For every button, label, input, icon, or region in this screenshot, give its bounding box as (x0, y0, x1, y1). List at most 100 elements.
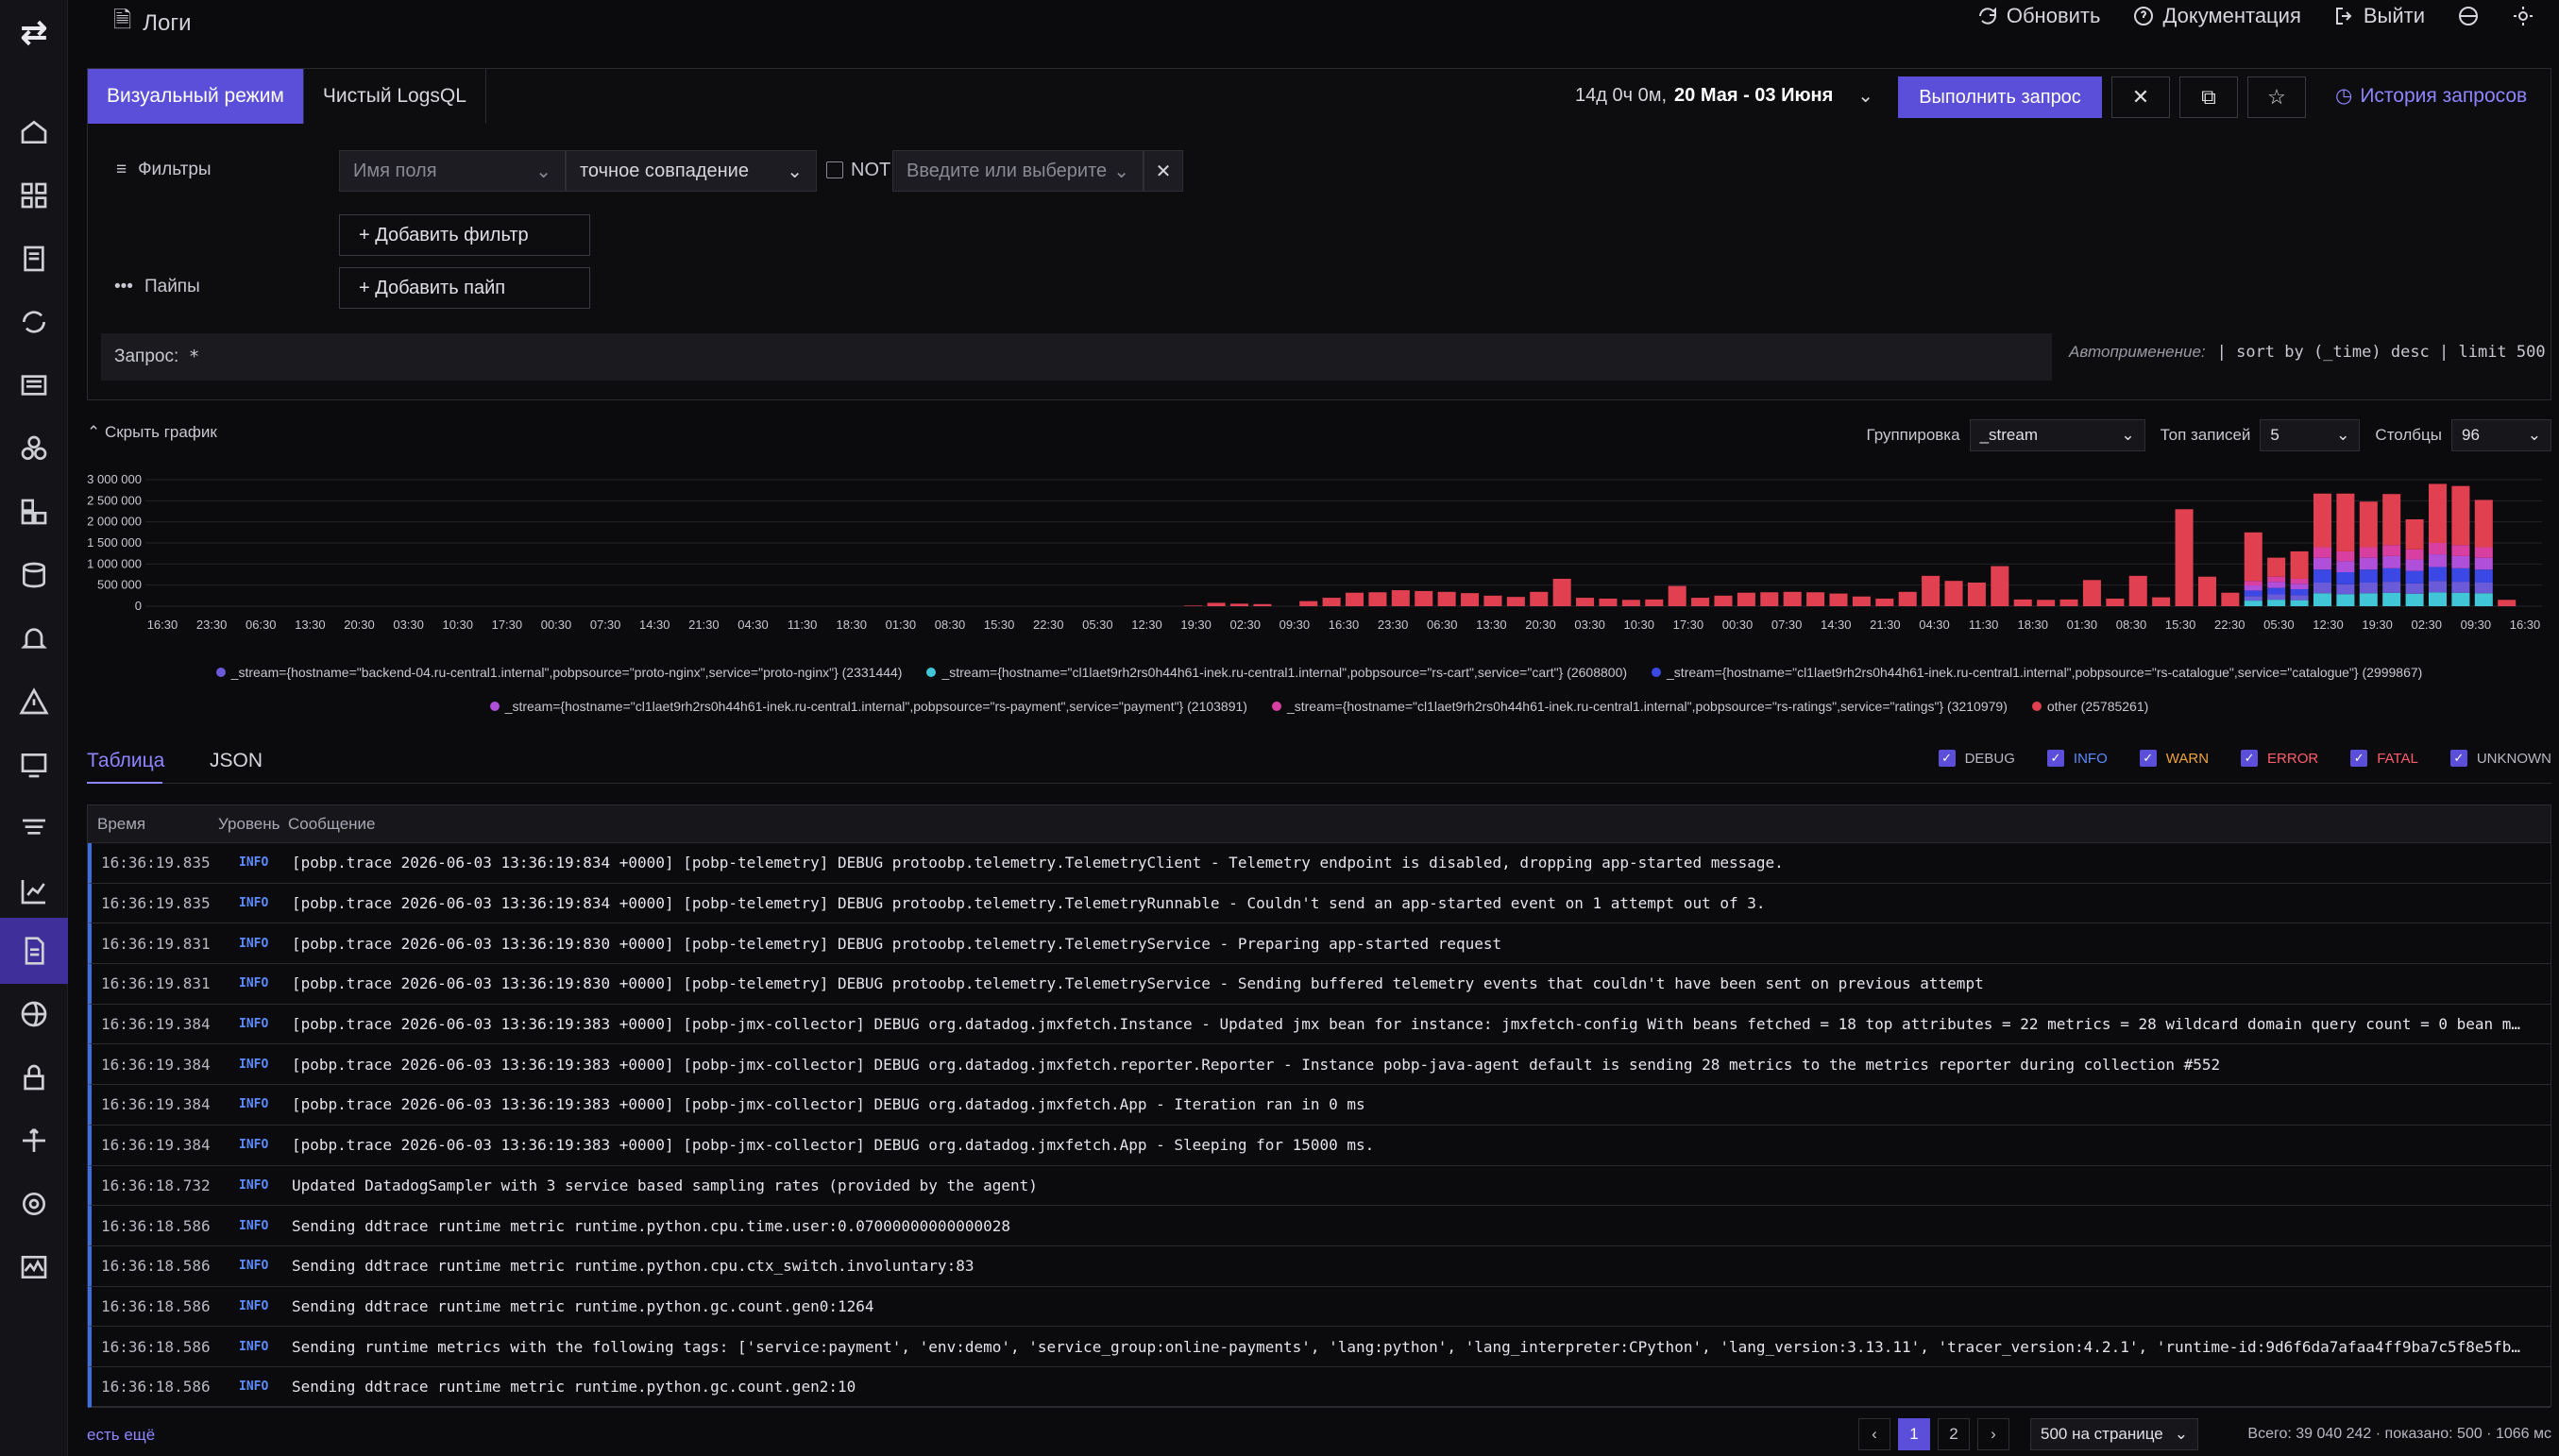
logout-button[interactable]: Выйти (2333, 4, 2425, 28)
table-row[interactable]: 16:36:19.384 INFO [pobp.trace 2026-06-03 1… (88, 1004, 2551, 1045)
page-1-button[interactable]: 1 (1898, 1418, 1930, 1450)
app-logo[interactable]: ⇄ (8, 9, 60, 57)
logs-icon[interactable] (0, 918, 68, 984)
chevron-down-icon: ⌄ (535, 161, 551, 182)
table-row[interactable]: 16:36:19.831 INFO [pobp.trace 2026-06-03 1… (88, 923, 2551, 965)
chevron-down-icon: ⌄ (2527, 426, 2541, 444)
refresh-button[interactable]: Обновить (1976, 4, 2100, 28)
level-filter-error[interactable]: ✓ ERROR (2241, 750, 2318, 767)
x-tick-label: 04:30 (737, 618, 769, 632)
level-filter-info[interactable]: ✓ INFO (2046, 750, 2108, 767)
clear-button[interactable]: ✕ (2111, 76, 2170, 118)
legend-item[interactable]: _stream={hostname="cl1laet9rh2rs0h44h61-… (926, 665, 1627, 680)
apps-icon[interactable] (0, 483, 68, 540)
checkbox-icon: ✓ (2350, 750, 2368, 767)
not-checkbox[interactable] (826, 161, 843, 178)
services-icon[interactable] (0, 420, 68, 477)
dashboards-icon[interactable] (0, 167, 68, 224)
prev-page-button[interactable]: ‹ (1858, 1418, 1890, 1450)
layers-icon[interactable] (0, 800, 68, 856)
add-filter-button[interactable]: + Добавить фильтр (339, 214, 590, 256)
bell-icon[interactable] (0, 610, 68, 667)
row-level: INFO (239, 896, 269, 911)
row-level: INFO (239, 1138, 269, 1153)
pipes-label: ••• Пайпы (114, 277, 200, 296)
language-button[interactable] (2457, 5, 2480, 27)
table-row[interactable]: 16:36:18.586 INFO Sending ddtrace runtime … (88, 1286, 2551, 1328)
remove-filter-button[interactable]: ✕ (1144, 150, 1183, 192)
per-page-select[interactable]: 500 на странице ⌄ (2030, 1418, 2198, 1450)
table-row[interactable]: 16:36:19.384 INFO [pobp.trace 2026-06-03 1… (88, 1125, 2551, 1166)
favorite-button[interactable]: ☆ (2247, 76, 2306, 118)
table-row[interactable]: 16:36:19.384 INFO [pobp.trace 2026-06-03 1… (88, 1085, 2551, 1126)
theme-toggle[interactable] (2512, 5, 2534, 27)
legend-item[interactable]: _stream={hostname="cl1laet9rh2rs0h44h61-… (489, 699, 1247, 714)
date-range-picker[interactable]: 14д 0ч 0м, 20 Мая - 03 Июня ⌄ (1575, 84, 1873, 108)
x-tick-label: 19:30 (2362, 618, 2393, 632)
columns-select[interactable]: 96 ⌄ (2451, 419, 2551, 451)
monitor-icon[interactable] (0, 736, 68, 793)
legend-dot (489, 702, 500, 711)
legend-item[interactable]: _stream={hostname="backend-04.ru-central… (215, 665, 902, 680)
grouping-select[interactable]: _stream ⌄ (1969, 419, 2145, 451)
load-more-link[interactable]: есть ещё (87, 1426, 155, 1445)
filter-value-input[interactable]: Введите или выберите ⌄ (892, 150, 1144, 192)
activity-icon[interactable] (0, 1239, 68, 1295)
level-filter-unknown[interactable]: ✓ UNKNOWN (2449, 750, 2551, 767)
chart-bar-segment (2359, 547, 2378, 558)
x-tick-label: 19:30 (1180, 618, 1212, 632)
level-filter-warn[interactable]: ✓ WARN (2139, 750, 2209, 767)
chart-bar-segment (2336, 561, 2355, 572)
auto-apply-hint: Автоприменение: | sort by (_time) desc | … (2069, 343, 2546, 362)
table-row[interactable]: 16:36:18.586 INFO Sending runtime metrics … (88, 1327, 2551, 1367)
warning-icon[interactable] (0, 673, 68, 730)
table-row[interactable]: 16:36:19.384 INFO [pobp.trace 2026-06-03 1… (88, 1044, 2551, 1086)
chart-bar-segment (2474, 569, 2493, 583)
x-tick-label: 06:30 (246, 618, 277, 632)
database-icon[interactable] (0, 547, 68, 603)
hide-chart-button[interactable]: ⌃ Скрыть график (87, 423, 217, 442)
legend-item[interactable]: other (25785261) (2031, 699, 2148, 714)
settings-icon[interactable] (0, 1176, 68, 1232)
legend-item[interactable]: _stream={hostname="cl1laet9rh2rs0h44h61-… (1652, 665, 2422, 680)
run-query-button[interactable]: Выполнить запрос (1898, 76, 2102, 118)
next-page-button[interactable]: › (1977, 1418, 2009, 1450)
tab-table[interactable]: Таблица (87, 750, 164, 784)
table-row[interactable]: 16:36:19.835 INFO [pobp.trace 2026-06-03 1… (88, 883, 2551, 924)
level-filter-fatal[interactable]: ✓ FATAL (2350, 750, 2418, 767)
row-time: 16:36:19.384 (101, 1136, 211, 1155)
explore-icon[interactable] (0, 230, 68, 287)
chart-bar-segment (2359, 593, 2378, 606)
chart-bar-segment (2313, 582, 2331, 594)
chart-bar-segment (2382, 555, 2401, 568)
top-records-select[interactable]: 5 ⌄ (2260, 419, 2361, 451)
share-icon[interactable] (0, 1112, 68, 1169)
table-row[interactable]: 16:36:18.586 INFO Sending ddtrace runtime … (88, 1366, 2551, 1408)
globe-icon[interactable] (0, 986, 68, 1042)
page-2-button[interactable]: 2 (1938, 1418, 1970, 1450)
match-type-select[interactable]: точное совпадение ⌄ (566, 150, 817, 192)
table-row[interactable]: 16:36:18.586 INFO Sending ddtrace runtime … (88, 1245, 2551, 1287)
field-name-select[interactable]: Имя поля ⌄ (339, 150, 566, 192)
table-row[interactable]: 16:36:18.732 INFO Updated DatadogSampler w… (88, 1165, 2551, 1207)
docs-button[interactable]: Документация (2132, 4, 2301, 28)
list-icon[interactable] (0, 357, 68, 414)
x-tick-label: 11:30 (1969, 618, 1999, 632)
metrics-icon[interactable] (0, 863, 68, 920)
table-row[interactable]: 16:36:19.831 INFO [pobp.trace 2026-06-03 1… (88, 964, 2551, 1005)
level-filter-debug[interactable]: ✓ DEBUG (1938, 750, 2015, 767)
home-icon[interactable] (0, 104, 68, 161)
tab-json[interactable]: JSON (210, 750, 263, 784)
chart-bar-segment (2290, 588, 2309, 596)
sync-icon[interactable] (0, 294, 68, 350)
legend-item[interactable]: _stream={hostname="cl1laet9rh2rs0h44h61-… (1271, 699, 2008, 714)
tab-visual-mode[interactable]: Визуальный режим (88, 69, 304, 124)
tab-raw-logsql[interactable]: Чистый LogsQL (304, 69, 486, 124)
lock-icon[interactable] (0, 1049, 68, 1106)
table-row[interactable]: 16:36:19.835 INFO [pobp.trace 2026-06-03 1… (88, 843, 2551, 884)
query-history-link[interactable]: ◷ История запросов (2335, 84, 2527, 108)
copy-button[interactable]: ⧉ (2179, 76, 2238, 118)
query-input[interactable]: Запрос: * (101, 333, 2052, 381)
add-pipe-button[interactable]: + Добавить пайп (339, 267, 590, 309)
table-row[interactable]: 16:36:18.586 INFO Sending ddtrace runtime … (88, 1206, 2551, 1246)
